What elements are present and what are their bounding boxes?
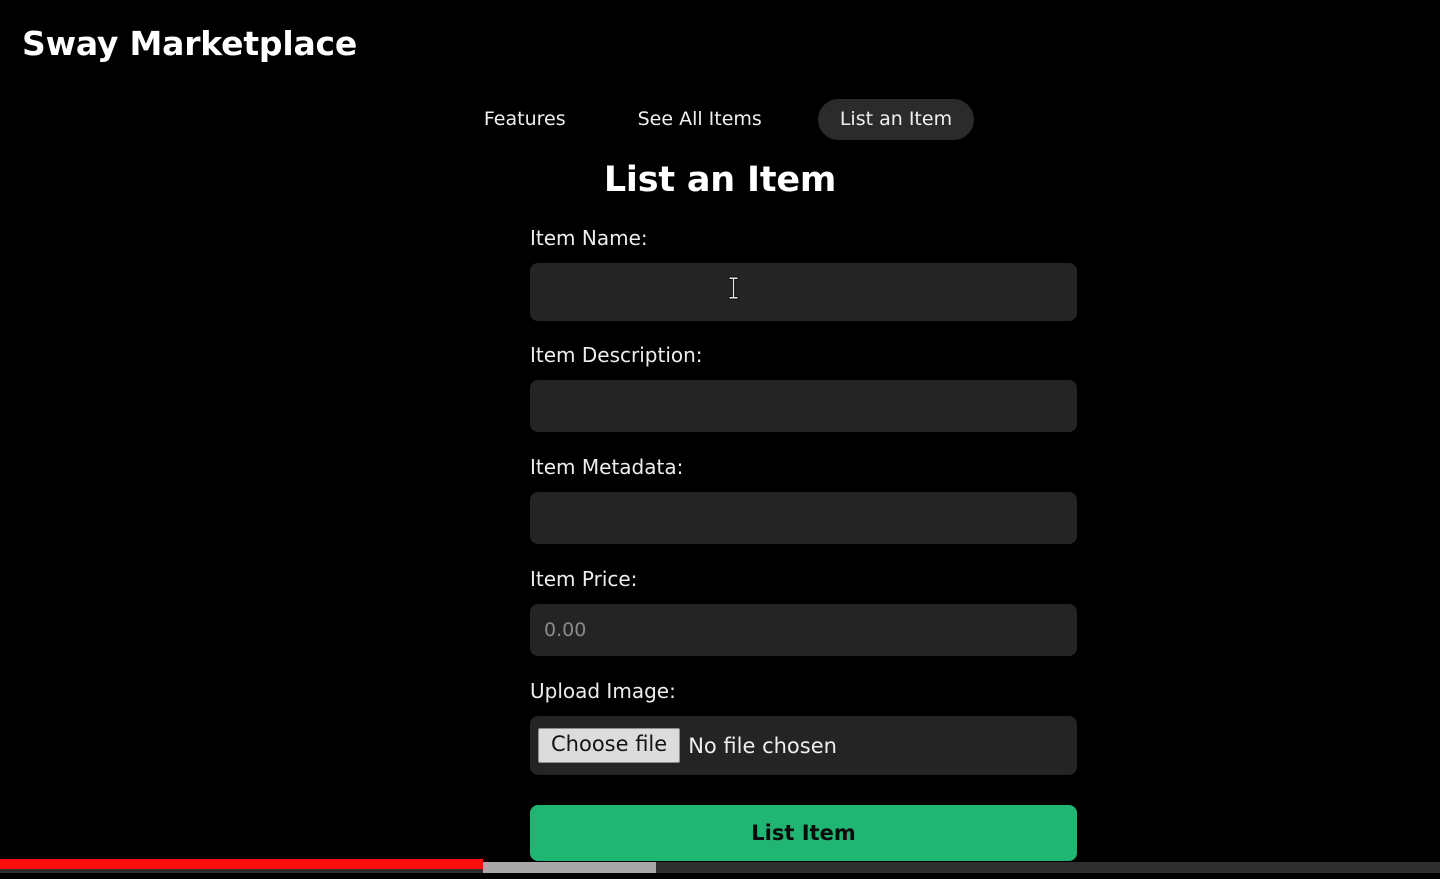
list-item-submit-button[interactable]: List Item	[530, 805, 1077, 861]
field-item-name: Item Name:	[530, 228, 1077, 321]
item-description-input[interactable]	[530, 380, 1077, 432]
item-description-label: Item Description:	[530, 343, 703, 367]
field-upload-image: Upload Image: Choose file No file chosen	[530, 681, 1077, 775]
file-input-row[interactable]: Choose file No file chosen	[530, 716, 1077, 775]
item-name-input[interactable]	[530, 263, 1077, 321]
upload-image-label: Upload Image:	[530, 679, 676, 703]
field-item-description: Item Description:	[530, 345, 1077, 432]
item-price-input[interactable]	[530, 604, 1077, 656]
page-load-progress-bar	[0, 859, 483, 869]
nav-item-list-an-item[interactable]: List an Item	[817, 99, 975, 140]
nav-item-features[interactable]: Features	[466, 100, 584, 139]
app-brand-title: Sway Marketplace	[22, 24, 358, 63]
item-name-label: Item Name:	[530, 226, 648, 250]
field-item-metadata: Item Metadata:	[530, 457, 1077, 544]
item-price-label: Item Price:	[530, 567, 638, 591]
nav-item-see-all-items[interactable]: See All Items	[620, 100, 780, 139]
horizontal-scrollbar-thumb[interactable]	[483, 862, 656, 873]
item-metadata-input[interactable]	[530, 492, 1077, 544]
choose-file-button[interactable]: Choose file	[538, 728, 681, 763]
field-item-price: Item Price:	[530, 569, 1077, 656]
list-item-form: Item Name: Item Description: Item Metada…	[530, 228, 1077, 861]
item-metadata-label: Item Metadata:	[530, 455, 684, 479]
main-navigation: Features See All Items List an Item	[0, 99, 1440, 140]
page-title: List an Item	[603, 160, 837, 200]
file-chosen-status: No file chosen	[688, 733, 837, 758]
